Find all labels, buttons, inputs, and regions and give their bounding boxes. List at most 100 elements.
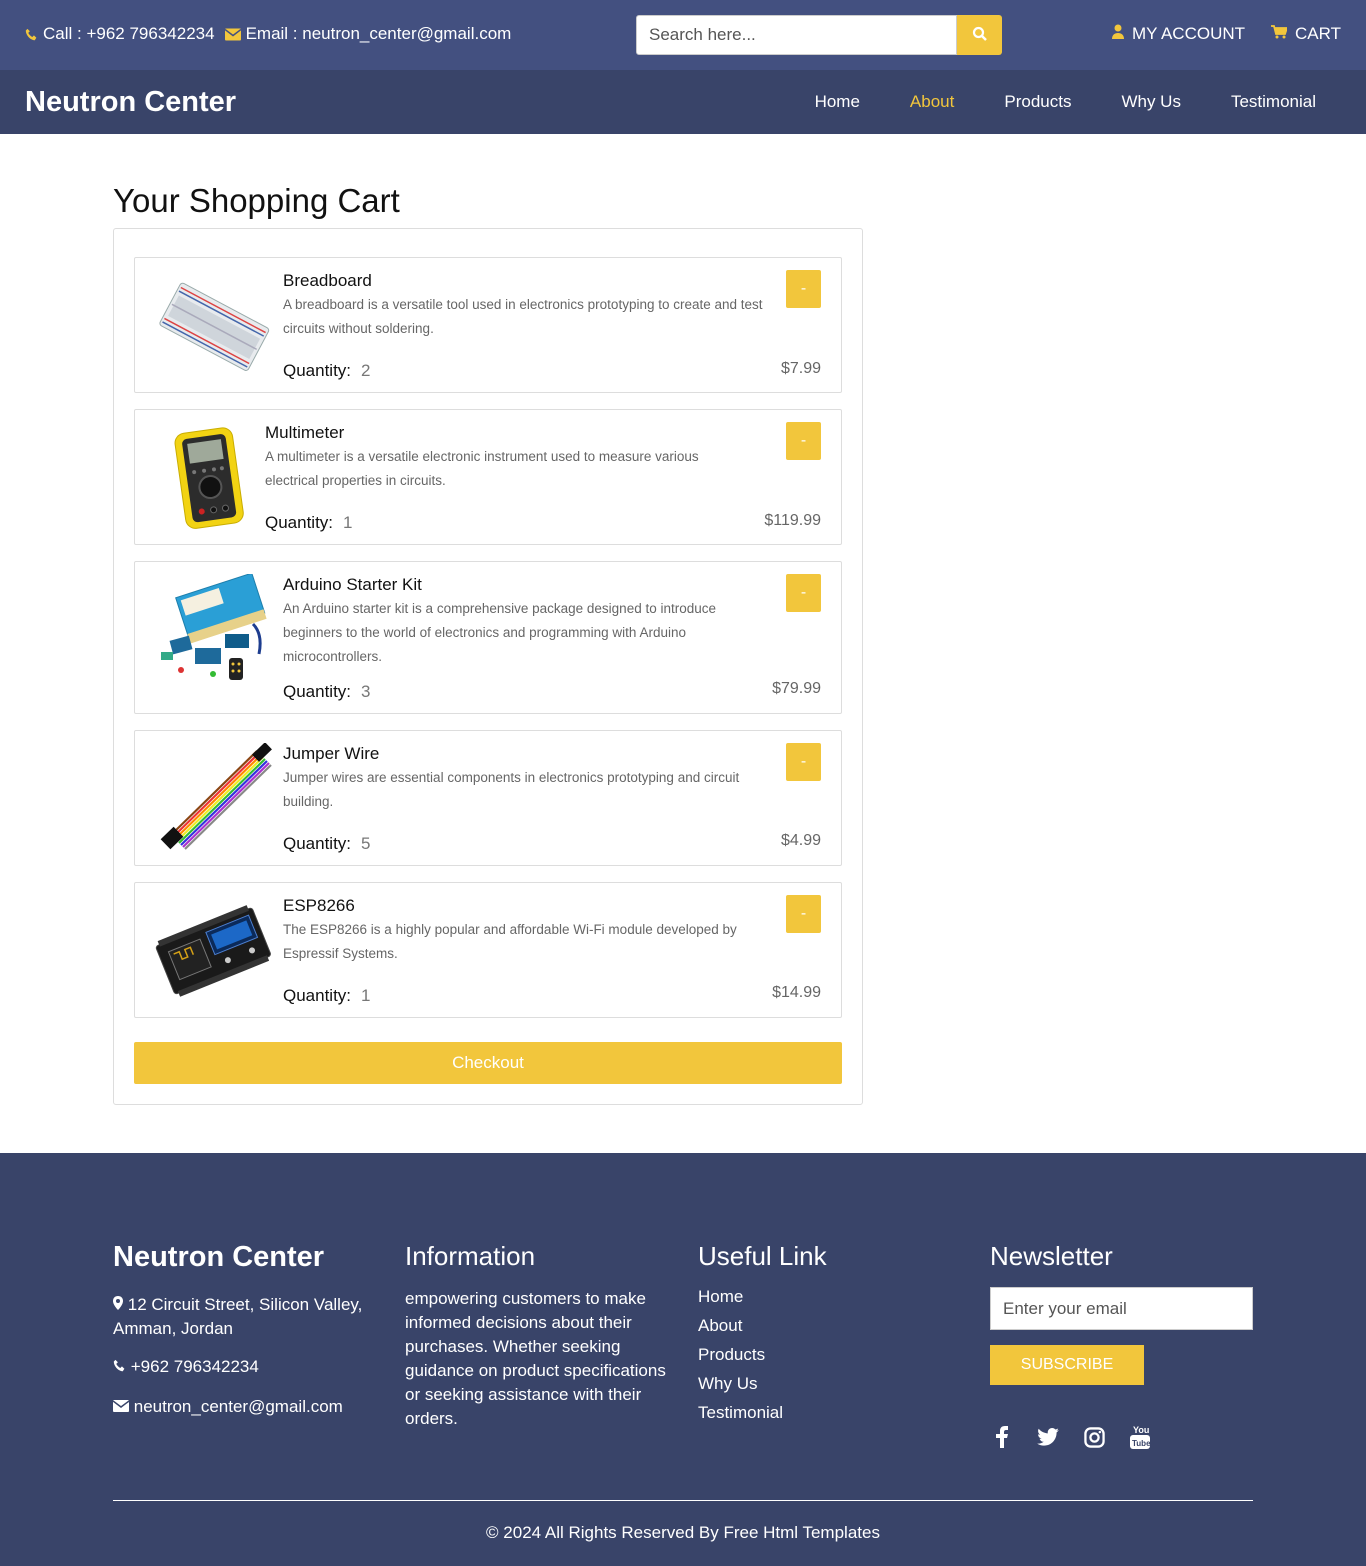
footer-email: neutron_center@gmail.com	[112, 1397, 343, 1417]
footer-link-home[interactable]: Home	[698, 1287, 783, 1316]
item-description: An Arduino starter kit is a comprehensiv…	[283, 601, 717, 664]
cart-link[interactable]: CART	[1271, 24, 1341, 44]
cart-item: Multimeter A multimeter is a versatile e…	[134, 409, 842, 545]
information-text: empowering customers to make informed de…	[405, 1289, 666, 1428]
copyright-text: © 2024 All Rights Reserved By Free Html …	[486, 1523, 880, 1542]
nav-item-testimonial[interactable]: Testimonial	[1231, 92, 1316, 112]
quantity-label: Quantity:	[283, 361, 352, 380]
quantity-value: 5	[361, 834, 371, 853]
phone-icon	[25, 28, 38, 41]
remove-item-button[interactable]: -	[786, 743, 821, 781]
quantity-value: 2	[361, 361, 371, 380]
cart-label: CART	[1295, 24, 1341, 43]
cart-panel: Breadboard A breadboard is a versatile t…	[113, 228, 863, 1105]
cart-icon	[1271, 24, 1289, 44]
subscribe-button[interactable]: SUBSCRIBE	[990, 1345, 1144, 1385]
nav-item-why-us[interactable]: Why Us	[1121, 92, 1181, 112]
phone-contact: Call : +962 796342234	[25, 24, 215, 44]
footer-link-why-us[interactable]: Why Us	[698, 1374, 783, 1403]
item-quantity: Quantity: 3	[283, 682, 371, 702]
useful-links: Home About Products Why Us Testimonial	[698, 1287, 783, 1432]
quantity-label: Quantity:	[283, 834, 352, 853]
quantity-label: Quantity:	[265, 513, 334, 532]
footer-link-products[interactable]: Products	[698, 1345, 783, 1374]
item-name: Breadboard	[283, 271, 372, 290]
quantity-label: Quantity:	[283, 682, 352, 701]
twitter-icon[interactable]	[1036, 1424, 1060, 1450]
item-price: $4.99	[780, 832, 821, 849]
remove-item-button[interactable]: -	[786, 270, 821, 308]
item-description: A multimeter is a versatile electronic i…	[265, 449, 699, 488]
brand-logo[interactable]: Neutron Center	[25, 86, 236, 119]
my-account-link[interactable]: MY ACCOUNT	[1111, 24, 1246, 44]
footer-phone: +962 796342234	[113, 1357, 259, 1377]
item-name: Multimeter	[265, 423, 345, 442]
email-contact: Email : neutron_center@gmail.com	[224, 24, 511, 44]
user-icon	[1111, 24, 1124, 44]
breadboard-image	[153, 270, 273, 380]
search-bar	[636, 15, 1002, 55]
newsletter-heading: Newsletter	[990, 1241, 1113, 1271]
phone-text: +962 796342234	[130, 1357, 259, 1376]
item-quantity: Quantity: 5	[283, 834, 371, 854]
item-name: Arduino Starter Kit	[283, 575, 422, 594]
quantity-label: Quantity:	[283, 986, 352, 1005]
arduino-kit-image	[153, 572, 273, 684]
useful-link-heading: Useful Link	[698, 1241, 827, 1271]
footer-link-testimonial[interactable]: Testimonial	[698, 1403, 783, 1432]
instagram-icon[interactable]	[1082, 1424, 1106, 1450]
cart-item: Jumper Wire Jumper wires are essential c…	[134, 730, 842, 866]
phone-icon	[113, 1357, 126, 1376]
youtube-icon[interactable]: You Tube	[1128, 1424, 1152, 1450]
account-links: MY ACCOUNT CART	[1111, 24, 1341, 44]
remove-item-button[interactable]: -	[786, 422, 821, 460]
item-price: $14.99	[772, 984, 821, 1001]
item-description: Jumper wires are essential components in…	[283, 770, 740, 809]
footer: Neutron Center 12 Circuit Street, Silico…	[0, 1153, 1366, 1566]
footer-link-about[interactable]: About	[698, 1316, 783, 1345]
cart-item: Breadboard A breadboard is a versatile t…	[134, 257, 842, 393]
contact-info: Call : +962 796342234 Email : neutron_ce…	[25, 24, 511, 44]
envelope-icon	[112, 1397, 130, 1416]
multimeter-image	[165, 422, 255, 532]
newsletter-email-input[interactable]	[990, 1287, 1253, 1330]
nav-item-home[interactable]: Home	[815, 92, 860, 112]
item-description: A breadboard is a versatile tool used in…	[283, 297, 763, 336]
footer-address: 12 Circuit Street, Silicon Valley, Amman…	[113, 1293, 383, 1341]
checkout-button[interactable]: Checkout	[134, 1042, 842, 1084]
envelope-icon	[224, 28, 241, 41]
remove-item-button[interactable]: -	[786, 895, 821, 933]
item-price: $119.99	[764, 512, 821, 529]
search-button[interactable]	[957, 15, 1002, 55]
search-icon	[972, 26, 988, 45]
remove-item-button[interactable]: -	[786, 574, 821, 612]
item-description: The ESP8266 is a highly popular and affo…	[283, 922, 737, 961]
footer-divider	[113, 1500, 1253, 1501]
svg-text:Tube: Tube	[1132, 1439, 1151, 1448]
phone-text: Call : +962 796342234	[43, 24, 215, 43]
item-name: ESP8266	[283, 896, 355, 915]
address-text: 12 Circuit Street, Silicon Valley, Amman…	[113, 1295, 363, 1338]
search-input[interactable]	[636, 15, 957, 55]
nav-item-products[interactable]: Products	[1004, 92, 1071, 112]
item-quantity: Quantity: 1	[265, 513, 353, 533]
facebook-icon[interactable]	[990, 1424, 1014, 1450]
information-heading: Information	[405, 1241, 536, 1271]
item-name: Jumper Wire	[283, 744, 380, 763]
footer-brand: Neutron Center	[113, 1241, 325, 1273]
top-bar: Call : +962 796342234 Email : neutron_ce…	[0, 0, 1366, 70]
quantity-value: 1	[361, 986, 371, 1005]
svg-text:You: You	[1133, 1425, 1149, 1435]
quantity-value: 3	[361, 682, 371, 701]
item-price: $79.99	[772, 680, 821, 697]
cart-item: ESP8266 The ESP8266 is a highly popular …	[134, 882, 842, 1018]
cart-item: Arduino Starter Kit An Arduino starter k…	[134, 561, 842, 714]
esp8266-image	[153, 895, 273, 1005]
my-account-label: MY ACCOUNT	[1131, 24, 1246, 43]
item-price: $7.99	[780, 360, 821, 377]
email-text: neutron_center@gmail.com	[133, 1397, 343, 1416]
item-quantity: Quantity: 2	[283, 361, 371, 381]
item-quantity: Quantity: 1	[283, 986, 371, 1006]
jumper-wire-image	[153, 742, 273, 853]
nav-item-about[interactable]: About	[910, 92, 954, 112]
